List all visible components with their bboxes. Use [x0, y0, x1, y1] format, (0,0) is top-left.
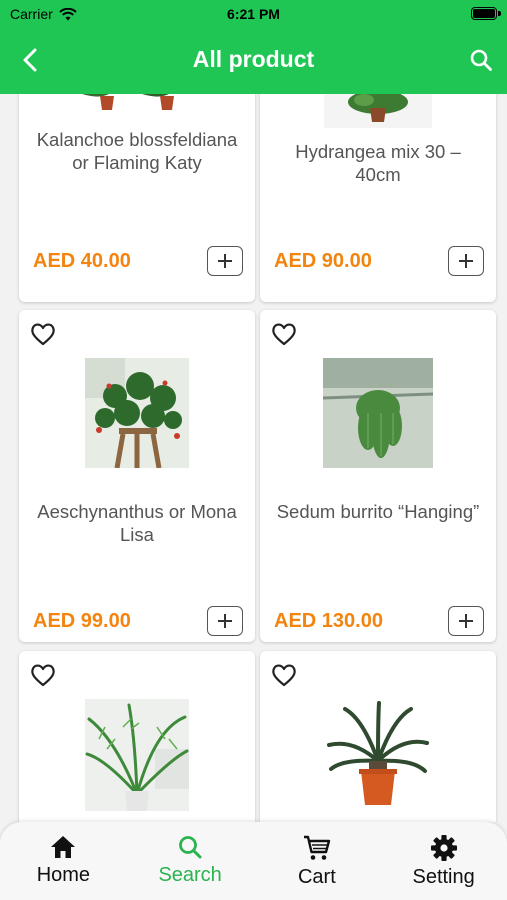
- battery-icon: [471, 7, 497, 20]
- product-card[interactable]: [19, 651, 255, 822]
- page-title: All product: [192, 46, 315, 72]
- product-name: Sedum burrito “Hanging”: [276, 501, 480, 522]
- tab-label: Setting: [412, 866, 475, 888]
- plus-icon: [459, 254, 473, 268]
- status-bar: Carrier 6:21 PM: [0, 0, 507, 28]
- product-image: [85, 699, 189, 811]
- add-to-cart-button[interactable]: [448, 606, 484, 636]
- product-card[interactable]: Kalanchoe blossfeldiana or Flaming Katy …: [19, 94, 255, 302]
- tab-label: Cart: [297, 866, 336, 888]
- plus-icon: [459, 614, 473, 628]
- product-price: AED 130.00: [274, 610, 383, 632]
- search-icon: [179, 836, 202, 859]
- tab-cart[interactable]: Cart: [254, 822, 381, 900]
- search-button[interactable]: [465, 44, 497, 76]
- product-image: [324, 94, 432, 128]
- gear-icon: [430, 835, 457, 861]
- home-icon: [51, 836, 76, 858]
- app-header: Carrier 6:21 PM All product: [0, 0, 507, 94]
- product-grid: Kalanchoe blossfeldiana or Flaming Katy …: [0, 94, 507, 822]
- product-card[interactable]: Aeschynanthus or Mona Lisa AED 99.00: [19, 310, 255, 642]
- product-card[interactable]: Sedum burrito “Hanging” AED 130.00: [260, 310, 496, 642]
- tab-search[interactable]: Search: [127, 822, 254, 900]
- product-image: [323, 358, 433, 468]
- favorite-heart-icon[interactable]: [29, 661, 57, 689]
- add-to-cart-button[interactable]: [207, 606, 243, 636]
- favorite-heart-icon[interactable]: [270, 320, 298, 348]
- add-to-cart-button[interactable]: [448, 246, 484, 276]
- battery-tip: [498, 11, 501, 16]
- favorite-heart-icon[interactable]: [29, 320, 57, 348]
- favorite-heart-icon[interactable]: [270, 661, 298, 689]
- status-time: 6:21 PM: [227, 6, 280, 22]
- product-image: [85, 358, 189, 468]
- search-icon: [470, 49, 492, 71]
- tab-home[interactable]: Home: [0, 822, 127, 900]
- bottom-tab-bar: Home Search Cart Setting: [0, 822, 507, 900]
- product-price: AED 40.00: [33, 250, 131, 272]
- tab-label: Search: [158, 864, 222, 886]
- cart-icon: [303, 835, 331, 860]
- add-to-cart-button[interactable]: [207, 246, 243, 276]
- product-image: [72, 94, 202, 114]
- product-name: Aeschynanthus or Mona Lisa: [37, 501, 237, 545]
- product-name: Hydrangea mix 30 – 40cm: [295, 141, 461, 185]
- product-image: [323, 699, 433, 811]
- plus-icon: [218, 254, 232, 268]
- product-name: Kalanchoe blossfeldiana or Flaming Katy: [36, 129, 238, 173]
- tab-setting[interactable]: Setting: [380, 822, 507, 900]
- product-price: AED 90.00: [274, 250, 372, 272]
- product-price: AED 99.00: [33, 610, 131, 632]
- product-card[interactable]: Hydrangea mix 30 – 40cm AED 90.00: [260, 94, 496, 302]
- product-card[interactable]: [260, 651, 496, 822]
- plus-icon: [218, 614, 232, 628]
- tab-label: Home: [36, 864, 91, 886]
